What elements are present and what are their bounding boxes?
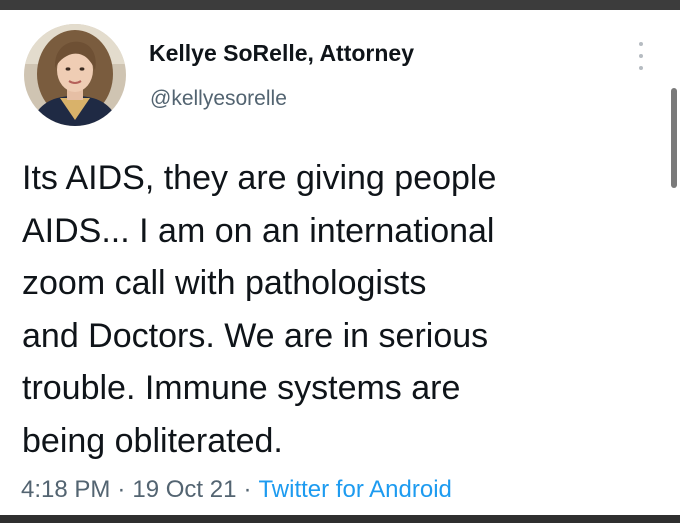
user-handle[interactable]: @kellyesorelle <box>150 87 287 111</box>
tweet-text-line: AIDS... I am on an international <box>22 211 495 250</box>
tweet-metadata: 4:18 PM · 19 Oct 21 · Twitter for Android <box>21 476 452 504</box>
tweet-source-link[interactable]: Twitter for Android <box>258 476 451 503</box>
more-dot <box>639 66 643 70</box>
tweet-text-line: zoom call with pathologists <box>22 264 427 302</box>
bottom-frame-bar <box>0 515 680 523</box>
more-dot <box>639 54 643 58</box>
tweet-text-line: Its AIDS, they are giving people <box>22 159 497 197</box>
profile-avatar[interactable] <box>24 24 126 126</box>
tweet-text-line: and Doctors. We are in serious <box>22 316 489 355</box>
meta-separator: · <box>243 476 252 503</box>
more-dot <box>639 42 643 46</box>
tweet-text-line: trouble. Immune systems are <box>22 369 461 407</box>
tweet-time[interactable]: 4:18 PM <box>21 476 110 503</box>
meta-separator: · <box>117 476 126 503</box>
scrollbar[interactable] <box>671 88 677 188</box>
tweet-date[interactable]: 19 Oct 21 <box>132 476 236 503</box>
more-options-icon[interactable] <box>630 42 652 70</box>
tweet-text-line: being obliterated. <box>22 421 283 460</box>
avatar-photo-icon <box>24 24 126 126</box>
tweet-text: Its AIDS, they are giving people AIDS...… <box>22 152 652 467</box>
user-display-name[interactable]: Kellye SoRelle, Attorney <box>149 40 414 67</box>
top-frame-bar <box>0 0 680 10</box>
